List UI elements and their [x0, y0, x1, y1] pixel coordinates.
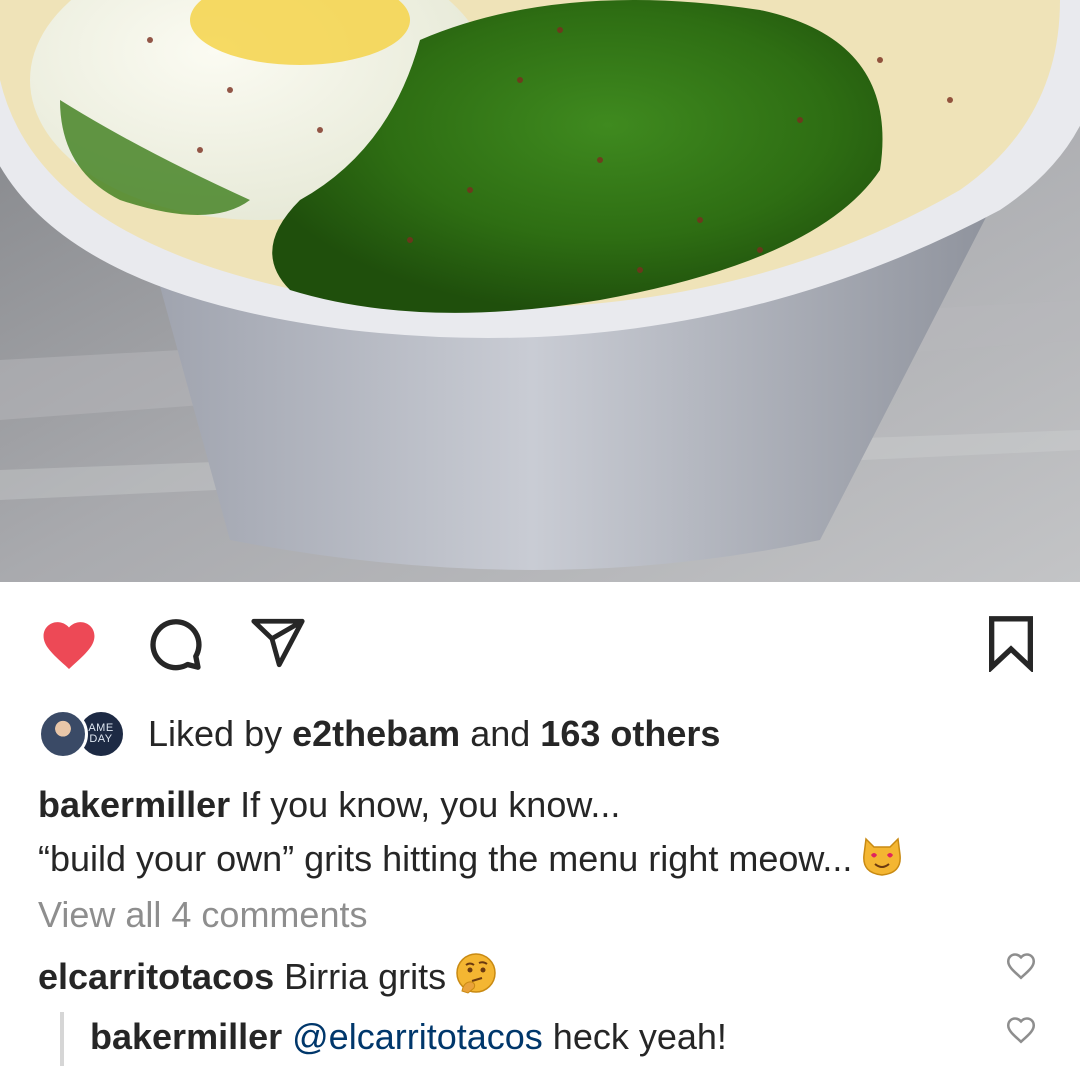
- liked-by-user[interactable]: e2thebam: [292, 713, 460, 754]
- caption-username[interactable]: bakermiller: [38, 784, 230, 825]
- caption-line-1: If you know, you know...: [240, 784, 621, 825]
- reply-row: bakermiller @elcarritotacos heck yeah!: [90, 1015, 727, 1059]
- liker-avatars[interactable]: AME DAY: [38, 706, 130, 762]
- reply-username[interactable]: bakermiller: [90, 1016, 282, 1057]
- action-bar: [0, 608, 1080, 678]
- comment-text: Birria grits: [284, 956, 447, 997]
- likes-row: AME DAY Liked by e2thebam and 163 others: [38, 706, 720, 762]
- post-image: [0, 0, 1080, 582]
- likes-text[interactable]: Liked by e2thebam and 163 others: [148, 714, 720, 754]
- heart-outline-icon: [1006, 953, 1036, 980]
- heart-icon: [43, 622, 95, 669]
- comment-like-button[interactable]: [1004, 948, 1038, 982]
- post-caption: bakermiller If you know, you know... “bu…: [38, 778, 1048, 892]
- paper-plane-icon: [251, 618, 305, 668]
- view-all-comments-link[interactable]: View all 4 comments: [38, 893, 367, 937]
- comment-username[interactable]: elcarritotacos: [38, 956, 274, 997]
- post-photo[interactable]: [0, 0, 1080, 582]
- save-button[interactable]: [976, 608, 1046, 678]
- reply-thread-line: [60, 1012, 64, 1066]
- heart-eyes-cat-icon: [860, 835, 904, 892]
- comment-icon: [150, 619, 202, 671]
- like-button[interactable]: [34, 608, 104, 678]
- comment-button[interactable]: [140, 608, 210, 678]
- caption-line-2: “build your own” grits hitting the menu …: [38, 838, 853, 879]
- reply-text: heck yeah!: [552, 1016, 727, 1057]
- heart-outline-icon: [1006, 1017, 1036, 1044]
- thinking-face-icon: [454, 951, 498, 1005]
- avatar: [38, 709, 88, 759]
- liked-by-prefix: Liked by: [148, 713, 283, 754]
- reply-like-button[interactable]: [1004, 1012, 1038, 1046]
- liked-by-and: and: [470, 713, 531, 754]
- reply-mention[interactable]: @elcarritotacos: [292, 1016, 543, 1057]
- share-button[interactable]: [243, 608, 313, 678]
- comment-row: elcarritotacos Birria grits: [38, 951, 498, 1005]
- liked-by-others[interactable]: 163 others: [540, 713, 720, 754]
- bookmark-icon: [989, 616, 1033, 672]
